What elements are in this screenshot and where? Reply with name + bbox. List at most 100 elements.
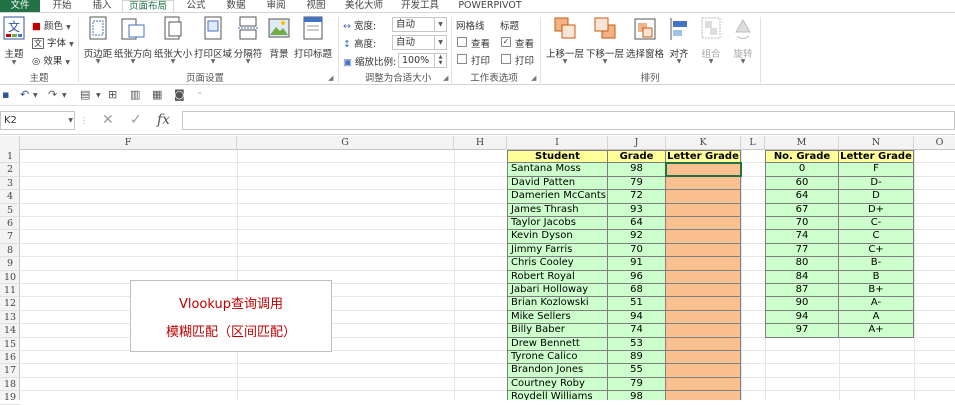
student-name-cell[interactable]: Brandon Jones [507,364,608,378]
headings-print-checkbox[interactable] [501,54,511,64]
grade-cell[interactable]: 74 [608,324,666,338]
grade-cell[interactable]: 98 [608,163,666,177]
table-header-cell[interactable]: Letter Grade [666,150,741,164]
cancel-icon[interactable]: ✕ [102,112,114,128]
theme-colors-button[interactable]: ■ 颜色 ▼ [32,18,71,32]
column-header[interactable]: K [666,136,741,150]
tab-formulas[interactable]: 公式 [178,0,214,12]
row-header[interactable]: 10 [0,271,20,284]
row-header[interactable]: 2 [0,163,20,177]
margins-button[interactable]: 页边距 ▼ [84,16,112,65]
undo-icon[interactable]: ↶ [20,88,29,101]
grade-cell[interactable]: 91 [608,257,666,271]
student-name-cell[interactable]: Taylor Jacobs [507,217,608,231]
grade-cell[interactable]: 98 [608,391,666,400]
form-icon[interactable]: ▥ [130,88,140,101]
gridlines-view-checkbox[interactable] [457,37,467,47]
letter-grade-cell[interactable] [666,284,741,298]
lookup-number-cell[interactable]: 67 [765,203,839,217]
group-button[interactable]: 组合 ▼ [700,16,722,65]
grade-cell[interactable]: 79 [608,176,666,191]
student-name-cell[interactable]: Billy Baber [507,324,608,338]
lookup-number-cell[interactable]: 60 [765,176,839,191]
student-name-cell[interactable]: Robert Royal [507,270,608,284]
letter-grade-cell[interactable] [666,351,741,365]
row-header[interactable]: 9 [0,257,20,271]
letter-grade-cell[interactable] [666,163,741,177]
row-header[interactable]: 7 [0,230,20,244]
letter-grade-cell[interactable] [666,203,741,217]
grade-cell[interactable]: 79 [608,377,666,392]
lookup-number-cell[interactable]: 64 [765,190,839,204]
letter-grade-cell[interactable] [666,217,741,231]
student-name-cell[interactable]: Drew Bennett [507,337,608,351]
headings-view-checkbox[interactable]: ✓ [501,37,511,47]
lookup-number-cell[interactable]: 97 [765,324,839,338]
send-backward-button[interactable]: 下移一层 ▼ [586,16,624,65]
letter-grade-cell[interactable] [666,176,741,191]
row-header[interactable]: 1 [0,150,20,164]
tab-beautify[interactable]: 美化大师 [338,0,390,12]
student-name-cell[interactable]: Damerien McCants [507,190,608,204]
column-header[interactable]: G [237,136,454,150]
tab-page-layout[interactable]: 页面布局 [122,0,174,12]
row-header[interactable]: 8 [0,244,20,258]
scale-stepper[interactable]: 100% ▲ ▼ [398,53,447,68]
save-icon[interactable]: ▪ [2,88,9,101]
customize-toolbar-icon[interactable]: ⁼ [198,91,202,99]
student-name-cell[interactable]: Santana Moss [507,163,608,177]
lookup-number-cell[interactable]: 77 [765,243,839,258]
lookup-letter-cell[interactable]: A [839,310,914,325]
tab-powerpivot[interactable]: POWERPIVOT [452,0,528,12]
row-header[interactable]: 14 [0,324,20,338]
table-header-cell[interactable]: Student [507,150,608,164]
lookup-letter-cell[interactable]: A- [839,297,914,311]
print-area-button[interactable]: 打印区域 ▼ [194,16,232,65]
formula-input[interactable] [182,111,955,130]
student-name-cell[interactable]: Roydell Williams [507,391,608,400]
row-header[interactable]: 17 [0,364,20,378]
lookup-number-cell[interactable]: 87 [765,284,839,298]
student-name-cell[interactable]: Mike Sellers [507,310,608,325]
worksheet-grid[interactable]: Student Grade Letter Grade Santana Moss 98 Da… [20,150,955,400]
column-header[interactable]: H [454,136,507,150]
row-header[interactable]: 6 [0,217,20,231]
grade-cell[interactable]: 55 [608,364,666,378]
lookup-number-cell[interactable]: 74 [765,230,839,244]
student-name-cell[interactable]: Chris Cooley [507,257,608,271]
student-name-cell[interactable]: Jimmy Farris [507,243,608,258]
row-header[interactable]: 5 [0,204,20,217]
enter-icon[interactable]: ✓ [130,112,142,128]
text-box[interactable]: Vlookup查询调用 模糊匹配（区间匹配） [130,280,332,352]
lookup-letter-cell[interactable]: B+ [839,284,914,298]
tab-home[interactable]: 开始 [44,0,80,12]
lookup-header-cell[interactable]: No. Grade [765,150,839,164]
letter-grade-cell[interactable] [666,310,741,325]
row-header[interactable]: 12 [0,297,20,311]
chevron-down-icon[interactable]: ▼ [33,92,38,99]
row-header[interactable]: 16 [0,351,20,365]
dialog-launcher-icon[interactable]: ◢ [531,74,536,82]
print-preview-icon[interactable]: ▤ [80,88,90,101]
grade-cell[interactable]: 72 [608,190,666,204]
lookup-number-cell[interactable]: 80 [765,257,839,271]
tab-data[interactable]: 数据 [218,0,254,12]
letter-grade-cell[interactable] [666,270,741,284]
student-name-cell[interactable]: Kevin Dyson [507,230,608,244]
lookup-number-cell[interactable]: 70 [765,217,839,231]
height-select[interactable]: 自动 ▼ [392,35,447,50]
breaks-button[interactable]: 分隔符 ▼ [234,16,262,65]
tab-developer[interactable]: 开发工具 [394,0,446,12]
student-name-cell[interactable]: Courtney Roby [507,377,608,392]
grade-cell[interactable]: 51 [608,297,666,311]
lookup-letter-cell[interactable]: F [839,163,914,177]
column-header[interactable]: N [839,136,914,150]
lookup-letter-cell[interactable]: C- [839,217,914,231]
theme-fonts-button[interactable]: 文 字体 ▼ [32,35,74,49]
lookup-number-cell[interactable]: 0 [765,163,839,177]
grade-cell[interactable]: 89 [608,351,666,365]
chevron-down-icon[interactable]: ▼ [62,92,67,99]
bring-forward-button[interactable]: 上移一层 ▼ [546,16,584,65]
chevron-down-icon[interactable]: ▼ [68,112,73,129]
letter-grade-cell[interactable] [666,297,741,311]
